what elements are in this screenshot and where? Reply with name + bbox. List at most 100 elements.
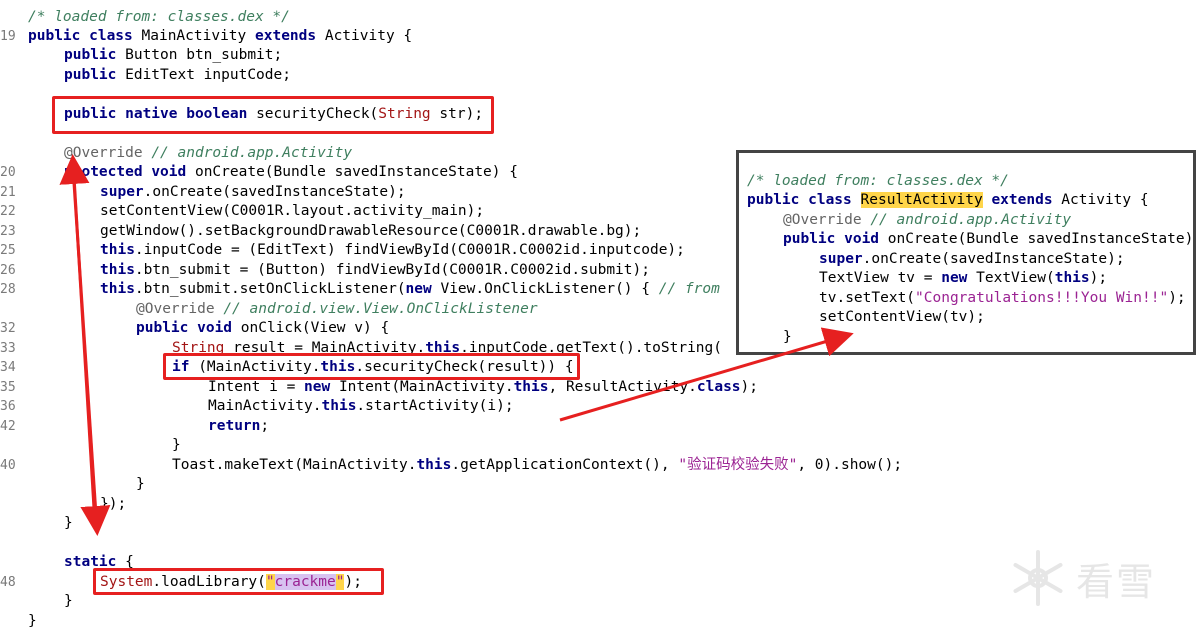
code-line: 40 Toast.makeText(MainActivity.this.getAp… (0, 456, 1200, 475)
code-text: } (28, 612, 37, 631)
code-token: , 0).show(); (797, 457, 903, 473)
code-line: } (0, 475, 1200, 494)
line-number: 35 (0, 380, 16, 395)
load-library-highlight (93, 568, 384, 595)
line-number: 40 (0, 458, 16, 473)
popup-code-line: tv.setText("Congratulations!!!You Win!!"… (819, 289, 1186, 308)
code-token: // android.app.Activity (151, 145, 353, 161)
code-token: public (747, 192, 809, 208)
code-token: this (513, 379, 549, 395)
line-number: 32 (0, 321, 16, 336)
code-token: .startActivity(i); (356, 398, 514, 414)
native-method-highlight (52, 96, 494, 134)
code-text: this.btn_submit = (Button) findViewById(… (100, 261, 650, 280)
line-number: 19 (0, 29, 16, 44)
line-number: 33 (0, 341, 16, 356)
code-text: /* loaded from: classes.dex */ (28, 8, 290, 27)
code-text: Toast.makeText(MainActivity.this.getAppl… (172, 456, 902, 475)
code-text: this.btn_submit.setOnClickListener(new V… (100, 280, 720, 299)
code-text: } (64, 514, 73, 533)
code-token: @Override (64, 145, 152, 161)
code-token: this (100, 242, 135, 258)
code-token: ); (1168, 290, 1186, 306)
code-token: .onCreate(savedInstanceState); (143, 184, 406, 200)
code-text: getWindow().setBackgroundDrawableResourc… (100, 222, 641, 241)
code-text: protected void onCreate(Bundle savedInst… (64, 163, 518, 182)
line-number: 28 (0, 282, 16, 297)
code-token: .onCreate(savedInstanceState); (862, 251, 1125, 267)
code-token: }); (100, 496, 127, 512)
code-token: ; (260, 418, 270, 434)
code-token: setContentView(tv); (819, 309, 985, 325)
code-token: } (28, 613, 37, 629)
watermark-text: 看雪 (1076, 559, 1157, 604)
code-text: } (64, 592, 73, 611)
code-token: void (844, 231, 888, 247)
code-text: Intent i = new Intent(MainActivity.this,… (208, 378, 758, 397)
popup-code-line: setContentView(tv); (819, 308, 985, 327)
code-token: this (1054, 270, 1090, 286)
popup-code-line: super.onCreate(savedInstanceState); (819, 250, 1125, 269)
code-token: , ResultActivity. (548, 379, 697, 395)
code-text: setContentView(C0001R.layout.activity_ma… (100, 202, 484, 221)
code-token: extends (255, 28, 325, 44)
code-token: onCreate(Bundle savedInstanceState) { (194, 164, 518, 180)
code-token: return (208, 418, 261, 434)
code-line: /* loaded from: classes.dex */ (0, 8, 1200, 27)
security-check-highlight (163, 353, 580, 380)
popup-code-line: TextView tv = new TextView(this); (819, 269, 1107, 288)
code-token: Toast.makeText(MainActivity. (172, 457, 417, 473)
code-token: protected (64, 164, 152, 180)
code-text: return; (208, 417, 269, 436)
code-text: super.onCreate(savedInstanceState); (100, 183, 406, 202)
code-token: super (100, 184, 144, 200)
code-token: .inputCode = (EditText) findViewById(C00… (134, 242, 685, 258)
code-token: Activity { (1061, 192, 1149, 208)
code-text: } (172, 436, 181, 455)
code-text: public EditText inputCode; (64, 66, 291, 85)
code-token: EditText inputCode; (125, 67, 291, 83)
code-token: ResultActivity (860, 192, 983, 208)
code-token: MainActivity (141, 28, 255, 44)
code-text: @Override // android.app.Activity (64, 144, 352, 163)
code-token: ); (1089, 270, 1108, 286)
code-token: // android.app.Activity (870, 212, 1072, 228)
watermark-logo: 看雪 (1008, 543, 1188, 613)
code-token: new (941, 270, 977, 286)
code-token: class (89, 28, 142, 44)
result-activity-popup: /* loaded from: classes.dex */ public cla… (736, 150, 1196, 355)
code-text: public void onClick(View v) { (136, 319, 389, 338)
code-token: "验证码校验失败" (678, 457, 798, 473)
popup-code-line: public class ResultActivity extends Acti… (747, 191, 1149, 210)
code-token: } (136, 476, 145, 492)
code-line: } (0, 612, 1200, 631)
code-line: 35 Intent i = new Intent(MainActivity.thi… (0, 378, 1200, 397)
code-token: View.OnClickListener() { (440, 281, 659, 297)
code-token: onClick(View v) { (240, 320, 390, 336)
line-number: 42 (0, 419, 16, 434)
code-line: } (0, 514, 1200, 533)
code-token: public (64, 67, 126, 83)
popup-code-line: } (783, 328, 792, 347)
code-line: public EditText inputCode; (0, 66, 1200, 85)
code-token: class (808, 192, 861, 208)
code-token: // from (658, 281, 720, 297)
code-token: extends (991, 192, 1062, 208)
code-line: 36 MainActivity.this.startActivity(i); (0, 397, 1200, 416)
code-token: TextView( (976, 270, 1055, 286)
code-text: @Override // android.view.View.OnClickLi… (136, 300, 538, 319)
snowflake-icon (1013, 550, 1063, 606)
code-token: new (304, 379, 339, 395)
code-text: }); (100, 495, 126, 514)
code-token: Button btn_submit; (125, 47, 283, 63)
popup-code-line: public void onCreate(Bundle savedInstanc… (783, 230, 1193, 249)
code-line: 19 public class MainActivity extends Acti… (0, 27, 1200, 46)
popup-code-line: @Override // android.app.Activity (783, 211, 1071, 230)
code-token: MainActivity. (208, 398, 322, 414)
code-token: @Override (783, 212, 871, 228)
line-number: 25 (0, 243, 16, 258)
code-line: } (0, 436, 1200, 455)
code-token: public (136, 320, 198, 336)
code-token: } (64, 593, 73, 609)
line-number: 36 (0, 399, 16, 414)
